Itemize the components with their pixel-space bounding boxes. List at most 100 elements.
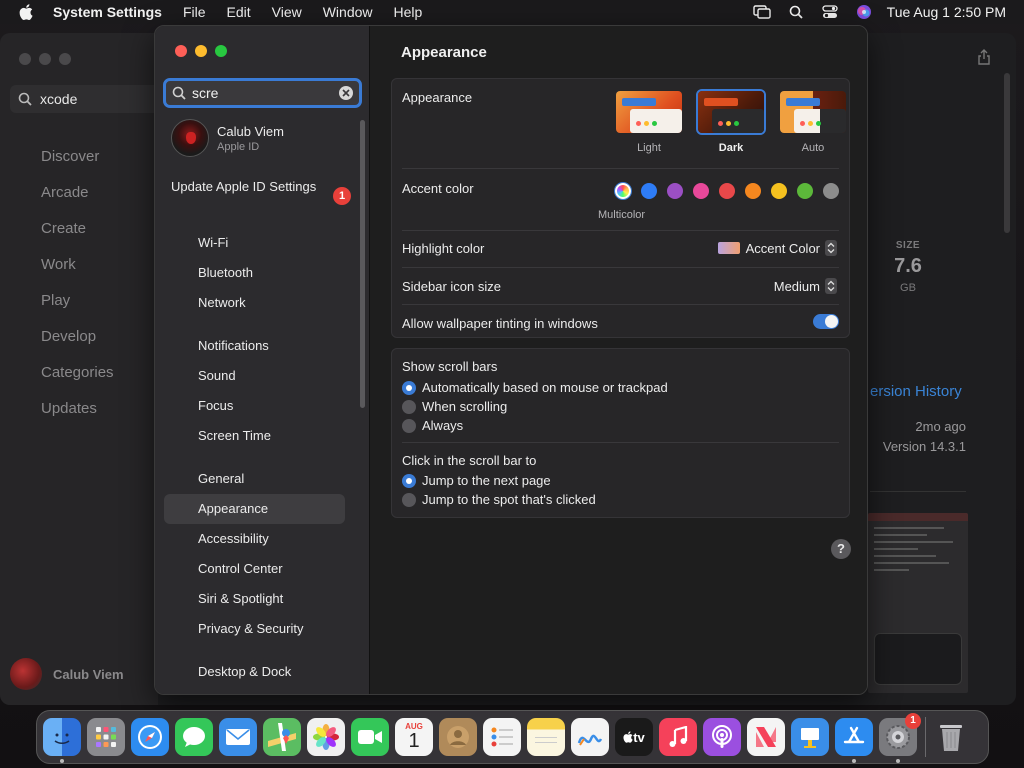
sidebar-item-wifi[interactable]: Wi-Fi [155,228,370,258]
sidebar-item-appearance[interactable]: Appearance [155,494,370,524]
radio-when-scrolling[interactable]: When scrolling [402,397,839,416]
sidebar-item-sound[interactable]: Sound [155,361,370,391]
radio-always[interactable]: Always [402,416,839,435]
dock-system-settings[interactable]: 1 [879,713,921,763]
sidebar-item-desktop-dock[interactable]: Desktop & Dock [155,657,370,687]
accent-green[interactable] [797,183,813,199]
app-store-search[interactable]: xcode [10,85,160,113]
search-input[interactable] [192,85,332,101]
speech-bubble-icon [183,727,205,747]
sidebar-icon-size-popup[interactable]: Medium [774,278,837,294]
accent-yellow[interactable] [771,183,787,199]
version-history-link[interactable]: ersion History [870,383,962,400]
sidebar-item-screen-time[interactable]: Screen Time [155,421,370,451]
accent-blue[interactable] [641,183,657,199]
sidebar-item-accessibility[interactable]: Accessibility [155,524,370,554]
menu-help[interactable]: Help [394,4,423,20]
dock-podcasts[interactable] [703,718,741,756]
appearance-option-dark[interactable]: Dark [696,89,766,154]
dock-maps[interactable] [263,718,301,756]
dock-trash[interactable] [932,718,970,756]
menu-edit[interactable]: Edit [227,4,251,20]
menu-view[interactable]: View [272,4,302,20]
app-screenshot[interactable] [868,513,968,693]
update-apple-id-item[interactable]: Update Apple ID Settings 1 [171,179,351,205]
nav-discover[interactable]: Discover [41,139,114,175]
clear-search-button[interactable] [339,86,353,100]
nav-develop[interactable]: Develop [41,319,114,355]
sidebar-item-bluetooth[interactable]: Bluetooth [155,258,370,288]
menu-file[interactable]: File [183,4,206,20]
appearance-option-light[interactable]: Light [614,89,684,154]
dock-contacts[interactable] [439,718,477,756]
siri-icon[interactable] [855,5,873,19]
highlight-color-popup[interactable]: Accent Color [717,240,837,256]
dock-notes[interactable] [527,718,565,756]
zoom-button[interactable] [215,45,227,57]
sidebar-item-general[interactable]: General [155,464,370,494]
search-icon[interactable] [787,5,805,19]
nav-work[interactable]: Work [41,247,114,283]
dock-keynote[interactable] [791,718,829,756]
accent-orange[interactable] [745,183,761,199]
appearance-option-auto[interactable]: Auto [778,89,848,154]
dock-news[interactable] [747,718,785,756]
dock-tv[interactable]: tv [615,718,653,756]
apple-id-account[interactable]: Calub Viem Apple ID [171,119,284,157]
accent-pink[interactable] [693,183,709,199]
dock-finder[interactable] [43,718,81,763]
dock-messages[interactable] [175,718,213,756]
dock-calendar[interactable]: AUG 1 [395,718,433,756]
screen-mirroring-icon[interactable] [752,5,771,19]
accent-graphite[interactable] [823,183,839,199]
radio-auto[interactable]: Automatically based on mouse or trackpad [402,378,839,397]
dock-launchpad[interactable] [87,718,125,756]
dock-reminders[interactable] [483,718,521,756]
menu-window[interactable]: Window [323,4,373,20]
dark-preview [696,89,766,135]
control-center-icon[interactable] [821,5,839,19]
app-store-scrollbar[interactable] [1004,73,1010,233]
sidebar-item-control-center[interactable]: Control Center [155,554,370,584]
nav-categories[interactable]: Categories [41,355,114,391]
app-store-account[interactable]: Calub Viem [10,658,124,690]
dock-separator [925,717,926,757]
dock-freeform[interactable] [571,718,609,756]
accent-multicolor[interactable] [615,183,631,199]
dock-photos[interactable] [307,718,345,756]
nav-create[interactable]: Create [41,211,114,247]
close-button[interactable] [175,45,187,57]
share-icon[interactable] [977,49,991,70]
option-caption: Light [637,142,661,154]
dock-app-store[interactable] [835,718,873,763]
zoom-button[interactable] [59,53,71,65]
sidebar-item-siri-spotlight[interactable]: Siri & Spotlight [155,584,370,614]
help-button[interactable]: ? [831,539,851,559]
nav-arcade[interactable]: Arcade [41,175,114,211]
size-label: SIZE [895,240,921,251]
apple-menu-icon[interactable] [19,4,33,20]
sidebar-item-network[interactable]: Network [155,288,370,318]
sidebar-item-privacy-security[interactable]: Privacy & Security [155,614,370,644]
dock-safari[interactable] [131,718,169,756]
radio-next-page[interactable]: Jump to the next page [402,471,839,490]
radio-spot-clicked[interactable]: Jump to the spot that's clicked [402,490,839,509]
dock-mail[interactable] [219,718,257,756]
nav-updates[interactable]: Updates [41,391,114,427]
settings-search[interactable] [163,78,362,108]
sidebar-item-focus[interactable]: Focus [155,391,370,421]
highlight-swatch [717,242,740,254]
dock-facetime[interactable] [351,718,389,756]
minimize-button[interactable] [195,45,207,57]
accent-purple[interactable] [667,183,683,199]
accent-red[interactable] [719,183,735,199]
finder-icon [54,733,70,744]
dock-music[interactable] [659,718,697,756]
sidebar-item-notifications[interactable]: Notifications [155,331,370,361]
menu-clock[interactable]: Tue Aug 1 2:50 PM [887,4,1006,20]
nav-play[interactable]: Play [41,283,114,319]
minimize-button[interactable] [39,53,51,65]
menu-app-name[interactable]: System Settings [53,4,162,20]
close-button[interactable] [19,53,31,65]
wallpaper-tinting-toggle[interactable] [813,314,839,329]
